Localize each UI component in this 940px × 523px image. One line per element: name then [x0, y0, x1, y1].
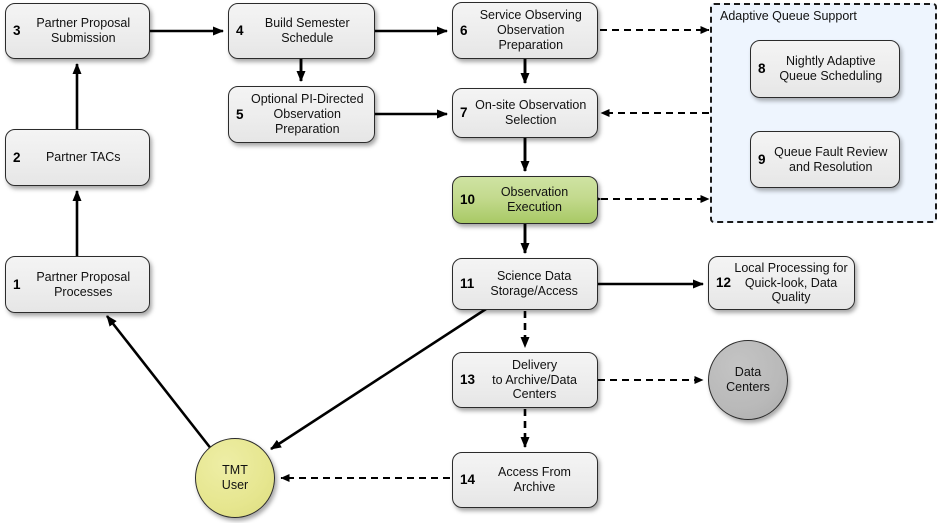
node-7-on-site-observation-selection[interactable]: 7 On-site Observation Selection [452, 88, 598, 138]
node-number: 4 [236, 23, 244, 39]
node-2-partner-tacs[interactable]: 2 Partner TACs [5, 129, 150, 186]
node-label: Science Data Storage/Access [490, 269, 578, 298]
node-9-queue-fault-review-and-resolution[interactable]: 9 Queue Fault Review and Resolution [750, 131, 900, 188]
node-number: 12 [716, 275, 732, 291]
node-number: 1 [13, 276, 21, 292]
tmt-user-label: TMT User [221, 463, 249, 492]
node-6-service-observing-observation-preparation[interactable]: 6 Service Observing Observation Preparat… [452, 2, 598, 59]
node-14-access-from-archive[interactable]: 14 Access From Archive [452, 452, 598, 508]
node-label: Queue Fault Review and Resolution [774, 144, 888, 174]
node-label: Nightly Adaptive Queue Scheduling [779, 54, 883, 83]
node-label: Partner Proposal Processes [36, 269, 131, 299]
data-centers-circle[interactable]: Data Centers [708, 340, 788, 420]
node-3-partner-proposal-submission[interactable]: 3 Partner Proposal Submission [5, 3, 150, 59]
node-1-partner-proposal-processes[interactable]: 1 Partner Proposal Processes [5, 256, 150, 313]
node-number: 3 [13, 23, 21, 39]
node-10-observation-execution[interactable]: 10 Observation Execution [452, 176, 598, 224]
adaptive-queue-support-group: Adaptive Queue Support [710, 3, 937, 223]
node-number: 10 [460, 192, 476, 208]
node-number: 5 [236, 106, 244, 122]
node-number: 13 [460, 372, 476, 388]
node-8-nightly-adaptive-queue-scheduling[interactable]: 8 Nightly Adaptive Queue Scheduling [750, 40, 900, 98]
node-number: 6 [460, 22, 468, 38]
node-label: Service Observing Observation Preparatio… [479, 8, 582, 52]
node-label: Delivery to Archive/Data Centers [492, 357, 577, 402]
node-5-optional-pi-directed-observation-preparation[interactable]: 5 Optional PI-Directed Observation Prepa… [228, 86, 375, 143]
data-centers-label: Data Centers [726, 365, 770, 394]
node-label: On-site Observation Selection [475, 98, 587, 127]
node-number: 8 [758, 61, 766, 77]
node-label: Partner TACs [45, 150, 121, 165]
node-label: Access From Archive [498, 465, 571, 494]
node-label: Partner Proposal Submission [36, 16, 131, 45]
node-11-science-data-storage-access[interactable]: 11 Science Data Storage/Access [452, 258, 598, 310]
node-number: 7 [460, 105, 468, 121]
tmt-user-circle[interactable]: TMT User [195, 438, 275, 518]
workflow-diagram: Adaptive Queue Support 1 Partner Proposa… [0, 0, 940, 523]
node-4-build-semester-schedule[interactable]: 4 Build Semester Schedule [228, 3, 375, 59]
node-number: 2 [13, 149, 21, 165]
node-label: Build Semester Schedule [264, 16, 350, 45]
node-label: Local Processing for Quick-look, Data Qu… [734, 260, 848, 305]
group-title: Adaptive Queue Support [720, 9, 857, 23]
node-label: Optional PI-Directed Observation Prepara… [250, 92, 364, 136]
node-number: 11 [460, 276, 475, 292]
node-12-local-processing-quick-look-data-quality[interactable]: 12 Local Processing for Quick-look, Data… [708, 256, 855, 310]
node-number: 9 [758, 151, 766, 167]
node-label: Observation Execution [500, 185, 569, 214]
node-number: 14 [460, 472, 476, 488]
edge-tmt-user-to-1 [105, 315, 214, 451]
node-13-delivery-to-archive-data-centers[interactable]: 13 Delivery to Archive/Data Centers [452, 352, 598, 408]
